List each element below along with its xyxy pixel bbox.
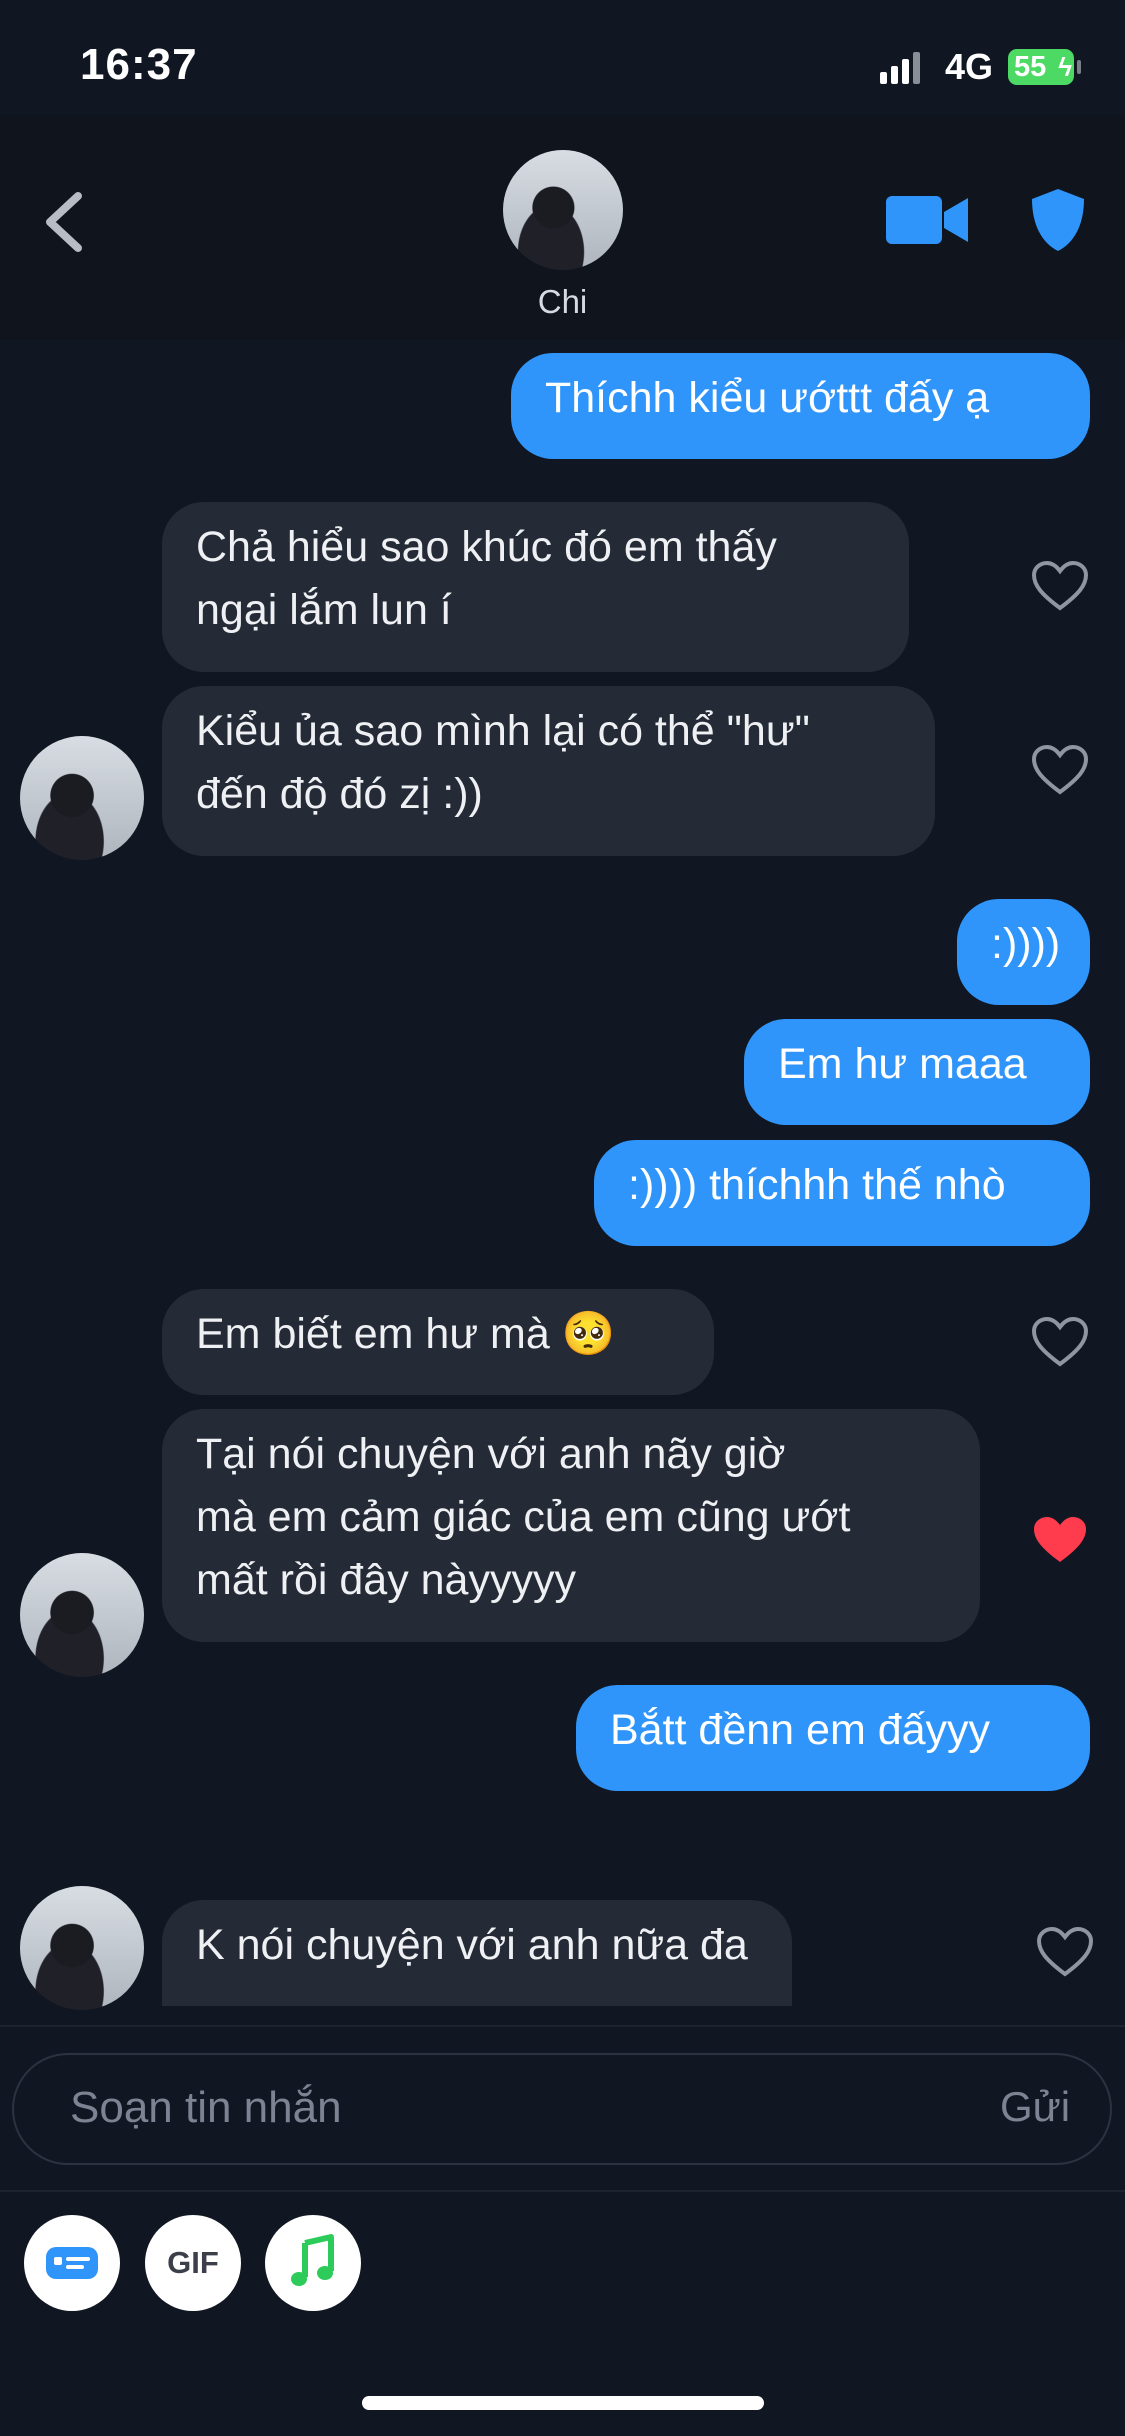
- incoming-message[interactable]: Em biết em hư mà 🥺: [162, 1289, 714, 1395]
- incoming-message[interactable]: Tại nói chuyện với anh nãy giờ mà em cảm…: [162, 1409, 980, 1642]
- battery-icon: 55 ϟ: [1008, 49, 1074, 85]
- outgoing-message[interactable]: Em hư maaa: [744, 1019, 1090, 1125]
- like-heart-icon[interactable]: [1036, 1926, 1094, 1978]
- contact-avatar[interactable]: [20, 1886, 144, 2010]
- message-input-placeholder[interactable]: Soạn tin nhắn: [70, 2083, 342, 2133]
- outgoing-message[interactable]: Bắtt đềnn em đấyyy: [576, 1685, 1090, 1791]
- safety-shield-icon[interactable]: [1030, 187, 1086, 253]
- battery-level: 55: [1014, 51, 1047, 83]
- incoming-message[interactable]: Chả hiểu sao khúc đó em thấy ngại lắm lu…: [162, 502, 909, 672]
- contact-avatar[interactable]: [20, 736, 144, 860]
- divider: [0, 2025, 1125, 2027]
- gif-button[interactable]: GIF: [145, 2215, 241, 2311]
- outgoing-message[interactable]: :)))): [957, 899, 1090, 1005]
- music-note-icon: [291, 2234, 334, 2286]
- contact-avatar[interactable]: [20, 1553, 144, 1677]
- liked-heart-icon[interactable]: [1031, 1514, 1089, 1566]
- status-time: 16:37: [80, 40, 198, 89]
- gif-label: GIF: [167, 2245, 219, 2280]
- video-call-icon[interactable]: [886, 192, 968, 248]
- sticker-card-button[interactable]: [24, 2215, 120, 2311]
- divider: [0, 2190, 1125, 2192]
- like-heart-icon[interactable]: [1031, 744, 1089, 796]
- back-chevron-icon[interactable]: [40, 190, 90, 254]
- music-button[interactable]: [265, 2215, 361, 2311]
- message-card-icon: [46, 2247, 98, 2279]
- network-type: 4G: [945, 46, 994, 87]
- outgoing-message[interactable]: :)))) thíchhh thế nhò: [594, 1140, 1090, 1246]
- battery-cap: [1077, 60, 1081, 74]
- outgoing-message[interactable]: Thíchh kiểu ướttt đấy ạ: [511, 353, 1090, 459]
- like-heart-icon[interactable]: [1031, 560, 1089, 612]
- incoming-message[interactable]: Kiểu ủa sao mình lại có thể "hư" đến độ …: [162, 686, 935, 856]
- contact-name[interactable]: Chi: [0, 283, 1125, 321]
- cellular-signal-icon: [880, 52, 920, 84]
- send-button[interactable]: Gửi: [1000, 2083, 1070, 2131]
- charging-bolt-icon: ϟ: [1058, 52, 1072, 82]
- incoming-message[interactable]: K nói chuyện với anh nữa đa: [162, 1900, 792, 2006]
- like-heart-icon[interactable]: [1031, 1316, 1089, 1368]
- contact-avatar[interactable]: [503, 150, 623, 270]
- home-indicator[interactable]: [362, 2396, 764, 2410]
